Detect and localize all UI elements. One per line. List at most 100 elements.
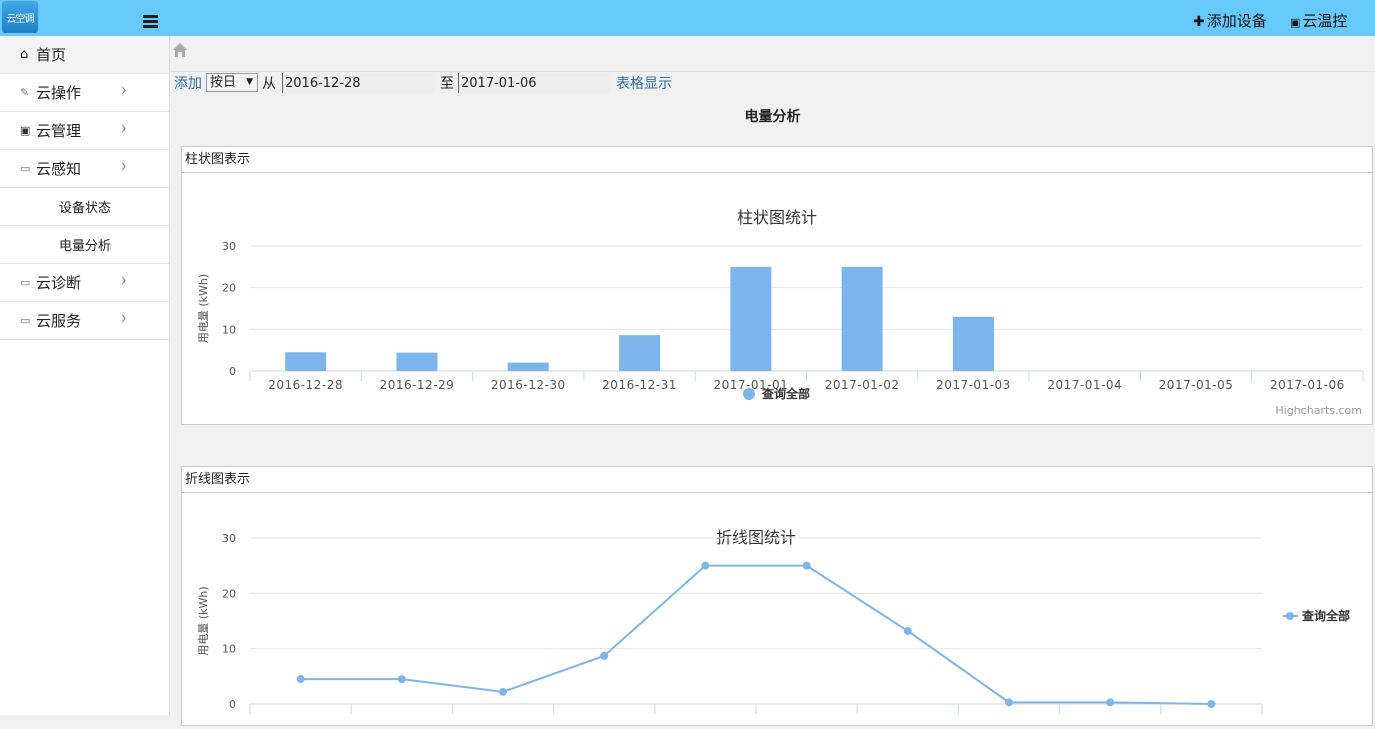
series-line xyxy=(300,564,1212,705)
x-tick-label: 2017-01-06 xyxy=(1270,378,1345,392)
table-display-link[interactable]: 表格显示 xyxy=(616,73,672,93)
x-tick-label: 2017-01-05 xyxy=(1159,378,1234,392)
end-date-input[interactable] xyxy=(458,73,611,93)
sidebar-item-label: 首页 xyxy=(36,46,67,64)
bar xyxy=(619,335,661,371)
x-tick-label: 2016-12-30 xyxy=(491,378,566,392)
data-point xyxy=(1207,700,1216,708)
cloud-temp-link[interactable]: ▣ 云温控 xyxy=(1290,10,1347,31)
x-tick-label: 2017-01-03 xyxy=(936,378,1011,392)
data-point xyxy=(499,687,507,696)
monitor-icon: ▭ xyxy=(20,276,31,289)
sidebar-item-cloud-service[interactable]: ▭ 云服务 › xyxy=(0,302,169,340)
menu-toggle-icon[interactable] xyxy=(143,15,158,29)
breadcrumb-divider xyxy=(170,71,1375,72)
sidebar-item-cloud-manage[interactable]: ▣ 云管理 › xyxy=(0,112,169,150)
mode-select[interactable]: 按日 ▼ xyxy=(206,73,258,92)
chevron-right-icon: › xyxy=(121,118,127,140)
data-point xyxy=(1106,698,1115,707)
bar xyxy=(285,352,327,371)
x-tick-label: 2016-12-31 xyxy=(602,378,677,392)
sidebar-subitem-power-analysis[interactable]: 电量分析 xyxy=(0,226,169,264)
page-title: 电量分析 xyxy=(744,109,801,125)
bar-chart-container: 柱状图统计 0 10 20 30 用电量 (kWh) 2016-12-28 2016-12-2… xyxy=(182,173,1372,428)
legend-marker xyxy=(1286,612,1294,620)
breadcrumb-home-icon[interactable] xyxy=(172,42,188,58)
sidebar-item-label: 云服务 xyxy=(36,312,82,330)
bar xyxy=(396,352,438,371)
start-date-input[interactable] xyxy=(282,73,435,93)
data-point xyxy=(903,626,912,635)
y-tick-label: 30 xyxy=(222,240,236,253)
sidebar-item-label: 云感知 xyxy=(36,160,82,178)
sidebar-item-cloud-operate[interactable]: ✎ 云操作 › xyxy=(0,74,169,112)
monitor-icon: ▭ xyxy=(20,314,31,327)
cloud-temp-label: 云温控 xyxy=(1302,12,1348,30)
data-point xyxy=(397,675,406,684)
data-point xyxy=(600,651,609,660)
line-chart: 折线图统计0102030用电量 (kWh) 查询全部 xyxy=(197,528,1350,714)
sidebar-item-label: 云操作 xyxy=(36,84,82,102)
edit-icon: ✎ xyxy=(20,86,30,99)
bar xyxy=(841,266,883,371)
bar-panel-header: 柱状图表示 xyxy=(182,147,1372,173)
mode-select-value: 按日 xyxy=(210,75,237,90)
chevron-right-icon: › xyxy=(121,80,127,102)
dropdown-arrow-icon: ▼ xyxy=(246,77,253,87)
y-tick-label: 30 xyxy=(222,532,236,545)
legend-label: 查询全部 xyxy=(1301,608,1350,623)
sidebar: ⌂ 首页 ✎ 云操作 › ▣ 云管理 › ▭ 云感知 › 设备状态 电量分析 ▭ 云诊断 … xyxy=(0,36,170,715)
line-panel-header: 折线图表示 xyxy=(182,467,1372,493)
y-tick-label: 0 xyxy=(229,698,236,711)
x-tick-label: 2017-01-04 xyxy=(1047,378,1122,392)
data-point xyxy=(802,561,811,570)
bar-chart-panel: 柱状图表示 柱状图统计 0 10 20 30 用电量 (kWh) 2016-12-28 201… xyxy=(181,146,1373,425)
data-point xyxy=(1005,698,1013,707)
x-tick-label: 2017-01-02 xyxy=(825,378,900,392)
legend-label: 查询全部 xyxy=(761,386,810,401)
add-link[interactable]: 添加 xyxy=(174,73,202,93)
sidebar-item-cloud-diagnose[interactable]: ▭ 云诊断 › xyxy=(0,264,169,302)
y-tick-label: 10 xyxy=(222,643,236,656)
chart-credits: Highcharts.com xyxy=(1275,404,1362,417)
data-point xyxy=(701,561,710,570)
monitor-icon: ▭ xyxy=(20,162,31,175)
y-axis-label: 用电量 (kWh) xyxy=(197,274,210,343)
y-tick-label: 10 xyxy=(222,323,236,336)
y-tick-label: 0 xyxy=(229,365,236,378)
chevron-right-icon: › xyxy=(121,308,127,330)
data-point xyxy=(296,675,305,684)
x-tick-label: 2016-12-29 xyxy=(380,378,455,392)
sidebar-item-cloud-sense[interactable]: ▭ 云感知 › xyxy=(0,150,169,188)
y-tick-label: 20 xyxy=(222,587,236,600)
plus-icon: ✚ xyxy=(1193,14,1205,30)
image-icon: ▣ xyxy=(20,124,31,137)
chevron-right-icon: › xyxy=(121,270,127,292)
line-chart-panel: 折线图表示 折线图统计 0 10 20 30 用电量 (kWh) 查询全部 xyxy=(181,466,1373,726)
sidebar-item-home[interactable]: ⌂ 首页 xyxy=(0,36,169,74)
top-bar: 云空调 ✚ 添加设备 ▣ 云温控 xyxy=(0,0,1375,36)
sidebar-item-label: 云诊断 xyxy=(36,274,82,292)
thermostat-icon: ▣ xyxy=(1290,16,1301,29)
chart-title: 柱状图统计 xyxy=(737,208,817,227)
add-device-label: 添加设备 xyxy=(1206,12,1267,30)
bar xyxy=(507,362,549,371)
bar xyxy=(730,266,772,371)
sidebar-item-label: 云管理 xyxy=(36,122,82,140)
bar-chart: 柱状图统计 0 10 20 30 用电量 (kWh) 2016-12-28 2016-12-2… xyxy=(197,208,1364,417)
chevron-right-icon: › xyxy=(121,156,127,178)
sidebar-item-label: 电量分析 xyxy=(59,239,112,254)
add-device-link[interactable]: ✚ 添加设备 xyxy=(1193,10,1267,31)
home-icon: ⌂ xyxy=(20,47,29,62)
legend-marker xyxy=(743,388,755,400)
x-tick-label: 2016-12-28 xyxy=(268,378,343,392)
bar xyxy=(952,316,994,371)
sidebar-subitem-device-status[interactable]: 设备状态 xyxy=(0,188,169,226)
sidebar-item-label: 设备状态 xyxy=(59,201,112,216)
app-logo[interactable]: 云空调 xyxy=(2,1,38,33)
to-label: 至 xyxy=(440,76,454,92)
y-tick-label: 20 xyxy=(222,282,236,295)
line-chart-container: 折线图统计 0 10 20 30 用电量 (kWh) 查询全部 xyxy=(182,493,1372,729)
y-axis-label: 用电量 (kWh) xyxy=(197,586,210,655)
from-label: 从 xyxy=(262,76,276,92)
